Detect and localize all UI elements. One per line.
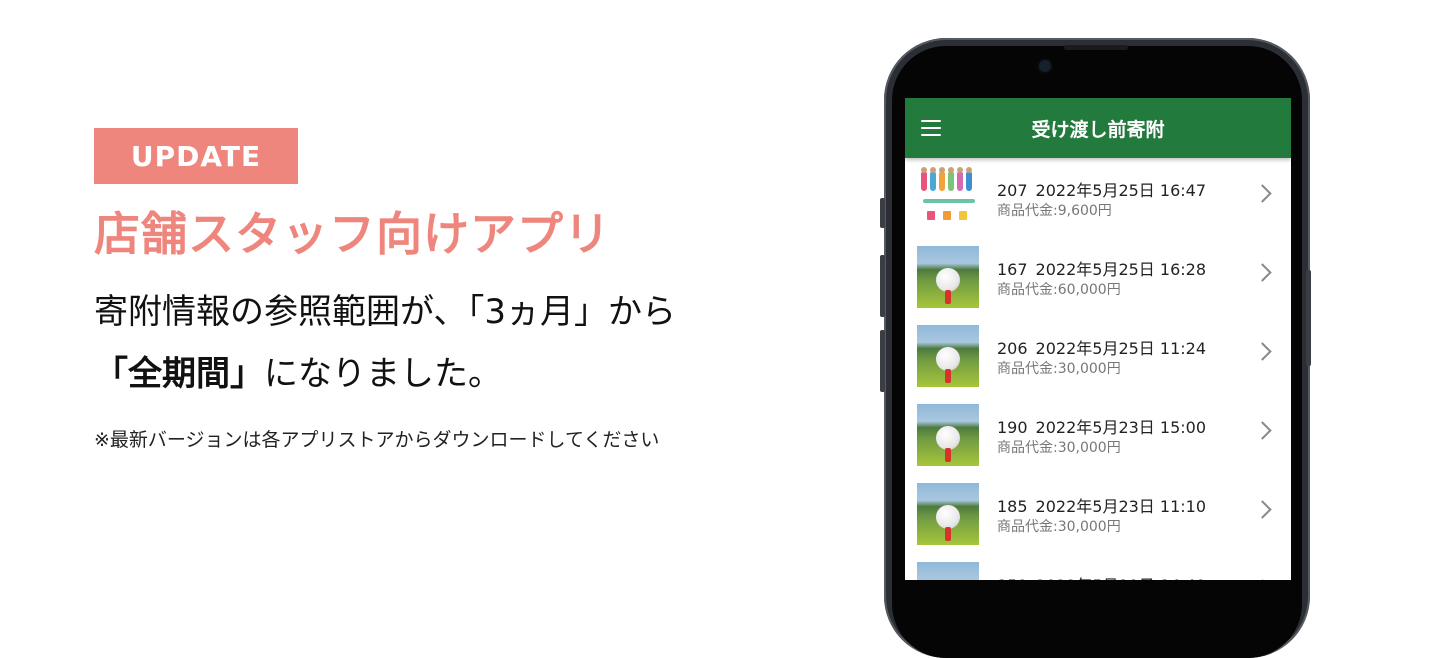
phone-screen: 受け渡し前寄附 207 2022年5月25日 16:47 商品代金:9,600円 1… bbox=[905, 98, 1291, 580]
golf-ball-thumbnail bbox=[917, 404, 979, 466]
item-id: 207 bbox=[997, 181, 1028, 200]
item-id-date: 206 2022年5月25日 11:24 bbox=[997, 335, 1206, 359]
gift-box-icon bbox=[943, 211, 951, 220]
camera-icon bbox=[1039, 60, 1051, 72]
list-item[interactable]: 207 2022年5月25日 16:47 商品代金:9,600円 bbox=[905, 158, 1291, 237]
chevron-right-icon[interactable] bbox=[1253, 342, 1272, 361]
item-datetime: 2022年5月25日 16:47 bbox=[1035, 181, 1207, 200]
golf-ball-icon bbox=[936, 268, 960, 292]
chevron-right-icon[interactable] bbox=[1253, 184, 1272, 203]
body-line-2-strong: 「全期間」 bbox=[94, 354, 264, 394]
chevron-right-icon[interactable] bbox=[1253, 421, 1272, 440]
phone-speaker bbox=[1064, 45, 1128, 50]
item-id-date: 159 2022年5月19日 14:49 bbox=[997, 572, 1206, 580]
phone-volume-up-button bbox=[880, 255, 885, 317]
item-id: 206 bbox=[997, 339, 1028, 358]
app-bar-title: 受け渡し前寄附 bbox=[1031, 119, 1165, 141]
golfer-figure-icon bbox=[957, 167, 963, 191]
phone-power-button bbox=[1306, 270, 1311, 366]
golfer-figure-icon bbox=[930, 167, 936, 191]
golfer-figure-icon bbox=[921, 167, 927, 191]
golfer-figure-icon bbox=[939, 167, 945, 191]
body-line-2: 「全期間」になりました。 bbox=[94, 346, 502, 395]
body-line-1: 寄附情報の参照範囲が、「3ヵ月」から bbox=[94, 292, 676, 332]
gift-caption bbox=[923, 199, 975, 203]
golf-ball-thumbnail bbox=[917, 246, 979, 308]
item-price: 商品代金:30,000円 bbox=[997, 361, 1121, 377]
item-datetime: 2022年5月23日 15:00 bbox=[1035, 418, 1207, 437]
phone-mute-switch bbox=[880, 198, 885, 228]
list-item[interactable]: 190 2022年5月23日 15:00 商品代金:30,000円 bbox=[905, 395, 1291, 474]
download-note: ※最新バージョンは各アプリストアからダウンロードしてください bbox=[94, 429, 660, 451]
gift-box-icon bbox=[927, 211, 935, 220]
phone-volume-down-button bbox=[880, 330, 885, 392]
item-datetime: 2022年5月25日 11:24 bbox=[1035, 339, 1207, 358]
item-id-date: 190 2022年5月23日 15:00 bbox=[997, 414, 1206, 438]
golf-ball-icon bbox=[936, 426, 960, 450]
item-datetime: 2022年5月19日 14:49 bbox=[1036, 576, 1206, 580]
item-price: 商品代金:30,000円 bbox=[997, 519, 1121, 535]
golf-ball-thumbnail bbox=[917, 325, 979, 387]
body-line-2-rest: になりました。 bbox=[264, 354, 502, 394]
item-id: 167 bbox=[997, 260, 1028, 279]
golf-tee-icon bbox=[945, 448, 951, 462]
gift-box-icon bbox=[959, 211, 967, 220]
item-id: 159 bbox=[997, 576, 1028, 580]
item-id: 190 bbox=[997, 418, 1028, 437]
item-id: 185 bbox=[997, 497, 1028, 516]
golf-tee-icon bbox=[945, 369, 951, 383]
item-id-date: 167 2022年5月25日 16:28 bbox=[997, 256, 1206, 280]
gift-set-thumbnail bbox=[917, 167, 979, 229]
golfer-figure-icon bbox=[966, 167, 972, 191]
chevron-right-icon[interactable] bbox=[1253, 500, 1272, 519]
list-item[interactable]: 206 2022年5月25日 11:24 商品代金:30,000円 bbox=[905, 316, 1291, 395]
headline: 店舗スタッフ向けアプリ bbox=[94, 207, 611, 261]
list-item[interactable]: 159 2022年5月19日 14:49 bbox=[905, 553, 1291, 580]
chevron-right-icon[interactable] bbox=[1253, 263, 1272, 282]
item-datetime: 2022年5月23日 11:10 bbox=[1035, 497, 1207, 516]
item-price: 商品代金:60,000円 bbox=[997, 282, 1121, 298]
golf-tee-icon bbox=[945, 527, 951, 541]
item-datetime: 2022年5月25日 16:28 bbox=[1035, 260, 1207, 279]
list-item[interactable]: 167 2022年5月25日 16:28 商品代金:60,000円 bbox=[905, 237, 1291, 316]
app-bar: 受け渡し前寄附 bbox=[905, 98, 1291, 158]
update-badge: UPDATE bbox=[94, 128, 298, 184]
golf-ball-thumbnail bbox=[917, 562, 979, 580]
golf-ball-icon bbox=[936, 347, 960, 371]
item-id-date: 185 2022年5月23日 11:10 bbox=[997, 493, 1206, 517]
item-id-date: 207 2022年5月25日 16:47 bbox=[997, 177, 1206, 201]
golf-ball-icon bbox=[936, 505, 960, 529]
golf-tee-icon bbox=[945, 290, 951, 304]
golfer-figure-icon bbox=[948, 167, 954, 191]
golf-ball-thumbnail bbox=[917, 483, 979, 545]
list-item[interactable]: 185 2022年5月23日 11:10 商品代金:30,000円 bbox=[905, 474, 1291, 553]
item-price: 商品代金:9,600円 bbox=[997, 203, 1112, 219]
item-price: 商品代金:30,000円 bbox=[997, 440, 1121, 456]
